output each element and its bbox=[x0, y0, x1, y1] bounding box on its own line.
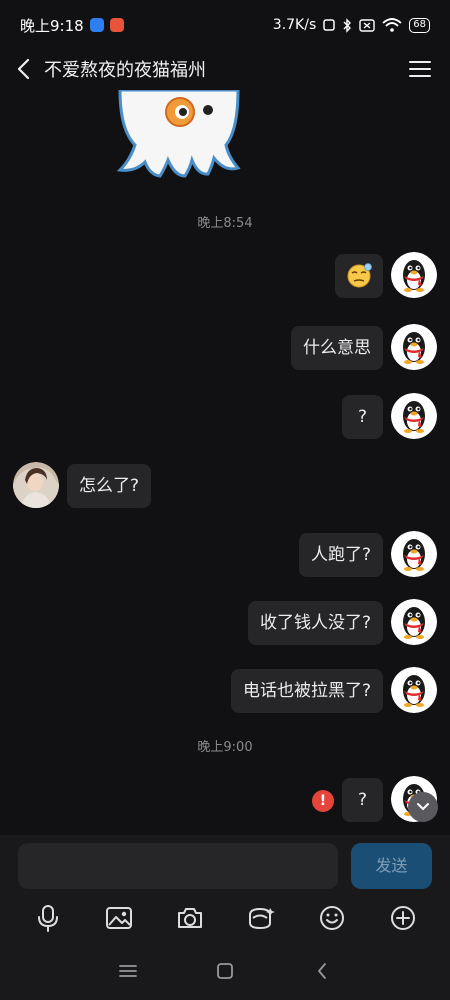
camera-icon bbox=[177, 908, 202, 928]
penguin-avatar-icon bbox=[391, 599, 437, 645]
menu-icon bbox=[119, 964, 138, 977]
message-row: 什么意思 bbox=[0, 324, 450, 374]
battery-indicator: 68 bbox=[409, 17, 430, 33]
screen-icon bbox=[323, 19, 336, 31]
mic-icon bbox=[37, 905, 58, 932]
penguin-avatar-icon bbox=[391, 324, 437, 370]
my-avatar[interactable] bbox=[391, 393, 437, 439]
penguin-avatar-icon bbox=[391, 393, 437, 439]
message-bubble[interactable]: 怎么了? bbox=[67, 464, 152, 508]
wifi-icon bbox=[382, 18, 402, 32]
my-avatar[interactable] bbox=[391, 531, 437, 577]
home-icon bbox=[217, 962, 233, 979]
image-icon bbox=[105, 907, 132, 929]
status-time: 晚上9:18 bbox=[20, 16, 84, 35]
status-right: 3.7K/s 68 bbox=[273, 17, 430, 33]
contact-avatar[interactable] bbox=[13, 462, 59, 508]
status-bar: 晚上9:18 3.7K/s 68 bbox=[0, 0, 450, 50]
octopus-sticker[interactable] bbox=[110, 90, 250, 180]
status-left: 晚上9:18 bbox=[20, 15, 124, 36]
chat-header: 不爱熬夜的夜猫福州 bbox=[0, 48, 450, 90]
message-bubble[interactable]: 收了钱人没了? bbox=[247, 601, 383, 645]
scroll-to-bottom-button[interactable] bbox=[408, 792, 438, 822]
message-bubble[interactable]: 电话也被拉黑了? bbox=[230, 669, 383, 713]
back-button[interactable] bbox=[4, 48, 44, 90]
send-failed-icon[interactable]: ! bbox=[312, 790, 334, 812]
app-notification-icon bbox=[89, 18, 104, 32]
voice-button[interactable] bbox=[28, 898, 68, 938]
chevron-left-icon bbox=[17, 58, 30, 80]
penguin-avatar-icon bbox=[391, 531, 437, 577]
my-avatar[interactable] bbox=[391, 252, 437, 298]
camera-button[interactable] bbox=[170, 898, 210, 938]
message-input[interactable] bbox=[18, 843, 338, 889]
message-row: ! ? bbox=[0, 776, 450, 826]
system-nav-bar bbox=[0, 941, 450, 1000]
emoji-icon bbox=[319, 906, 344, 930]
app-notification-icon bbox=[109, 18, 124, 32]
nav-back-button[interactable] bbox=[302, 951, 342, 991]
message-bubble[interactable]: ? bbox=[341, 778, 383, 822]
no-sim-icon bbox=[359, 18, 375, 32]
input-toolbar bbox=[0, 895, 450, 941]
message-bubble[interactable]: 什么意思 bbox=[291, 326, 383, 370]
thinking-emoji-icon bbox=[347, 263, 372, 288]
message-bubble[interactable] bbox=[335, 254, 383, 298]
contact-photo-icon bbox=[13, 462, 59, 508]
timestamp: 晚上9:00 bbox=[197, 740, 253, 755]
plus-icon bbox=[390, 906, 415, 930]
chat-title: 不爱熬夜的夜猫福州 bbox=[44, 60, 206, 81]
my-avatar[interactable] bbox=[391, 324, 437, 370]
recent-apps-button[interactable] bbox=[108, 951, 148, 991]
input-bar: 发送 bbox=[0, 835, 450, 895]
net-speed: 3.7K/s bbox=[272, 17, 317, 33]
timestamp: 晚上8:54 bbox=[197, 216, 253, 231]
more-button[interactable] bbox=[383, 898, 423, 938]
red-packet-icon bbox=[248, 907, 275, 930]
emoji-button[interactable] bbox=[312, 898, 352, 938]
send-button[interactable]: 发送 bbox=[351, 843, 432, 889]
message-row bbox=[0, 252, 450, 302]
message-row: 人跑了? bbox=[0, 531, 450, 581]
my-avatar[interactable] bbox=[391, 599, 437, 645]
red-packet-button[interactable] bbox=[241, 898, 281, 938]
message-row: 怎么了? bbox=[0, 462, 450, 512]
more-menu-button[interactable] bbox=[398, 48, 442, 90]
image-button[interactable] bbox=[99, 898, 139, 938]
message-bubble[interactable]: ? bbox=[341, 395, 383, 439]
message-bubble[interactable]: 人跑了? bbox=[298, 533, 383, 577]
back-icon bbox=[317, 962, 326, 979]
penguin-avatar-icon bbox=[391, 667, 437, 713]
message-row: ? bbox=[0, 393, 450, 443]
home-button[interactable] bbox=[205, 951, 245, 991]
message-row: 电话也被拉黑了? bbox=[0, 667, 450, 717]
chevron-down-icon bbox=[417, 803, 429, 811]
hamburger-icon bbox=[409, 61, 431, 77]
chat-messages[interactable]: 晚上8:54 什么意思 ? 怎么了? 人跑了? 收了钱人没了? 电话也被拉黑了?… bbox=[0, 90, 450, 835]
bluetooth-icon bbox=[342, 17, 352, 33]
my-avatar[interactable] bbox=[391, 667, 437, 713]
penguin-avatar-icon bbox=[391, 252, 437, 298]
message-row: 收了钱人没了? bbox=[0, 599, 450, 649]
